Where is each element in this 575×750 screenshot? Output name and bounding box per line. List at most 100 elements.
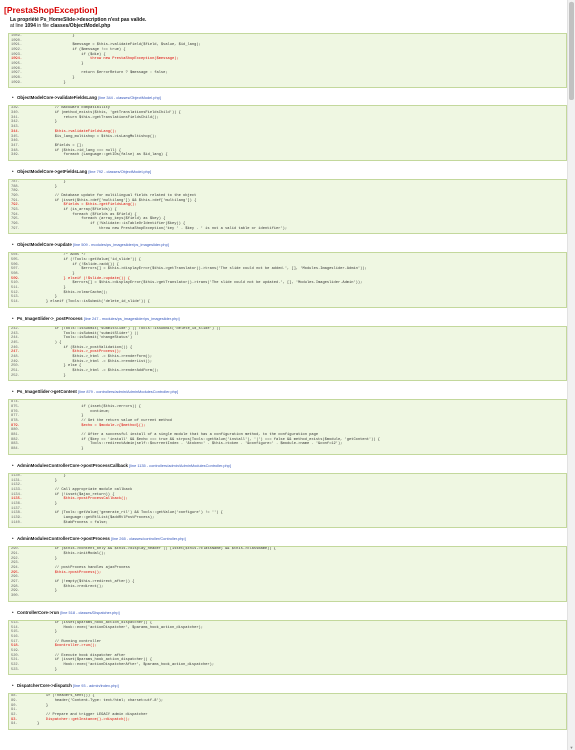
stack-frame-header[interactable]: • Ps_ImageSlider->getContent [line 879 - …	[12, 389, 178, 395]
frame-location-link[interactable]: [line 879 - controllers/admin/AdminModul…	[78, 389, 178, 394]
code-text: }	[37, 414, 84, 419]
code-text: }	[37, 589, 57, 594]
frame-location-link[interactable]: [line 509 - modules/ps_imageslider/ps_im…	[73, 242, 169, 247]
code-text: if (isset($this->errors)) {	[37, 405, 142, 410]
frame-code-snippet: 242. if (Tools::isSubmit('submitSlide') …	[8, 325, 567, 382]
line-number: 523.	[11, 667, 20, 672]
frame-code-snippet: 88. if (!headers_sent()) {89. header('Co…	[8, 693, 567, 731]
code-text: $this->validateFieldsLang();	[37, 129, 117, 134]
code-text: }	[37, 667, 57, 672]
code-text: $this->postProcess();	[37, 570, 102, 575]
frame-location-link[interactable]: [line 344 - classes/ObjectModel.php]	[98, 95, 161, 100]
code-text: } elseif (Tools::isSubmit('delete_id_sli…	[37, 300, 150, 305]
stack-frame-header[interactable]: • AdminModulesControllerCore->postProcess…	[12, 463, 231, 469]
code-text: if (!isset($ajax_return)) {	[37, 492, 115, 497]
code-text: // After a successful install of a singl…	[37, 433, 319, 438]
code-text: // Execute hook dispatcher after	[37, 653, 126, 658]
line-number: 1099.	[11, 80, 23, 85]
vertical-scrollbar[interactable]: ▲ ▼	[567, 0, 575, 750]
stack-frame-header[interactable]: • ObjectModelCore->getFieldsLang [line 79…	[12, 169, 151, 175]
code-text: }	[37, 272, 75, 277]
code-text: $echo = $module->{$method}();	[37, 423, 146, 428]
frame-code-snippet: 1130. } 1131. } 1132. 1133. // Call appropr…	[8, 472, 567, 529]
frame-code-snippet: 339. // Backward compatibility 340. if (m…	[8, 105, 567, 161]
stack-frame-header[interactable]: • DispatcherCore->dispatch [line 93 - adm…	[12, 683, 119, 689]
frame-code-snippet: 504. /* Adds */505. if (!Tools::getValue…	[8, 252, 567, 308]
frame-function[interactable]: ObjectModelCore->getFieldsLang	[17, 169, 87, 174]
frame-function[interactable]: AdminModulesControllerCore->postProcessC…	[17, 463, 128, 468]
frame-location-link[interactable]: [line 1135 - controllers/admin/AdminModu…	[129, 463, 231, 468]
frame-function[interactable]: ControllerCore->run	[17, 610, 59, 615]
code-text: throw new PrestaShopException($message);	[37, 57, 179, 62]
code-line: 1140. $tabProcess = false;	[9, 521, 566, 526]
code-line: 1099. }	[9, 81, 566, 86]
code-text: }	[37, 556, 57, 561]
code-text: $controller->run();	[37, 644, 97, 649]
line-number: 300.	[11, 594, 20, 599]
frame-location-link[interactable]: [line 792 - classes/ObjectModel.php]	[88, 169, 151, 174]
code-text: if (Tools::getValue('generate_rtl') && T…	[37, 511, 223, 516]
code-text: $is_lang_multishop = $this->isLangMultis…	[37, 134, 157, 139]
code-text: if (!empty($this->redirect_after)) {	[37, 580, 135, 585]
frame-function[interactable]: ObjectModelCore->update	[17, 242, 72, 247]
code-text: if ($message !== true) {	[37, 48, 126, 53]
code-text: throw new PrestaShopException('key ' . $…	[37, 226, 288, 231]
stack-frame-header[interactable]: • ControllerCore->run [line 518 - classes…	[12, 610, 120, 616]
frame-location-link[interactable]: [line 247 - modules/ps_imageslider/ps_im…	[84, 316, 180, 321]
frame-location-link[interactable]: [line 518 - classes/Dispatcher.php]	[60, 610, 119, 615]
scrollbar-thumb[interactable]	[569, 2, 574, 100]
frame-location-link[interactable]: [line 265 - classes/controller/Controlle…	[111, 536, 186, 541]
code-text: header('Content-Type: text/html; charset…	[37, 698, 164, 703]
code-line: 94.}	[9, 722, 566, 727]
frame-function[interactable]: Ps_ImageSlider->_postProcess	[17, 316, 83, 321]
scroll-down-arrow-icon[interactable]: ▼	[569, 745, 574, 750]
at-line-label: at line	[10, 23, 24, 29]
line-number: 94.	[11, 722, 18, 727]
code-text: if (is_array($fields)) {	[37, 207, 117, 212]
code-text: if (!headers_sent()) {	[37, 694, 95, 699]
code-text: } else {	[37, 364, 82, 369]
code-line: 300.	[9, 594, 566, 599]
code-text: }	[37, 120, 57, 125]
code-line: 252. }	[9, 374, 566, 379]
code-text: }	[37, 703, 49, 708]
code-text: if ($this->id_lang === null) {	[37, 148, 122, 153]
code-line: 514. } elseif (Tools::isSubmit('delete_i…	[9, 300, 566, 305]
code-text: if (isset($params_hook_action_dispatcher…	[37, 620, 153, 625]
error-file-path: classes/ObjectModel.php	[50, 23, 111, 29]
code-text: $this->_html .= $this->renderAddForm();	[37, 368, 159, 373]
frame-function[interactable]: AdminModulesControllerCore->postProcess	[17, 536, 110, 541]
code-text: if ($this->content_only && $this->displa…	[37, 547, 276, 552]
code-line: 797. throw new PrestaShopException('key …	[9, 227, 566, 232]
code-text: $fields = $this->getFieldsLang();	[37, 203, 137, 208]
code-text: }	[37, 80, 66, 85]
line-number: 884.	[11, 447, 20, 452]
error-line-number: 1094	[24, 23, 36, 29]
line-number: 349.	[11, 153, 20, 158]
code-text: }	[37, 722, 40, 727]
code-text: }	[37, 447, 84, 452]
stack-frame-header[interactable]: • ObjectModelCore->update [line 509 - mod…	[12, 242, 169, 248]
frame-location-link[interactable]: [line 93 - admin/index.php]	[73, 683, 119, 688]
stack-frame-header[interactable]: • Ps_ImageSlider->_postProcess [line 247 …	[12, 316, 180, 322]
line-number: 514.	[11, 300, 20, 305]
code-text: $errors[] = $this->displayError($this->g…	[37, 281, 363, 286]
code-text: // Get the return value of current metho…	[37, 419, 172, 424]
frame-function[interactable]: Ps_ImageSlider->getContent	[17, 389, 77, 394]
stack-frame-header[interactable]: • AdminModulesControllerCore->postProcess…	[12, 536, 186, 542]
code-text: }	[37, 473, 66, 478]
frame-function[interactable]: ObjectModelCore->validateFieldsLang	[17, 95, 97, 100]
code-text: Hook::exec('actionDispatcherAfter', $par…	[37, 662, 215, 667]
code-text: }	[37, 501, 57, 506]
frame-function[interactable]: DispatcherCore->dispatch	[17, 683, 72, 688]
code-text: Tools::isSubmit('changeStatus')	[37, 336, 133, 341]
code-text: $errors[] = $this->displayError($this->g…	[37, 267, 367, 272]
frame-code-snippet: 290. if ($this->content_only && $this->d…	[8, 546, 567, 602]
code-text: Language::getRtlList($addRtlPostProcess)…	[37, 515, 155, 520]
code-text: Tools::redirectAdmin(self::$currentIndex…	[37, 442, 343, 447]
stack-frame-header[interactable]: • ObjectModelCore->validateFieldsLang [li…	[12, 95, 161, 101]
code-text: Tools::isSubmit('submitSlider') ||	[37, 331, 139, 336]
code-text: }	[37, 34, 75, 38]
code-text: }	[37, 62, 84, 67]
code-text: if (isset($params_hook_action_dispatcher…	[37, 658, 153, 663]
